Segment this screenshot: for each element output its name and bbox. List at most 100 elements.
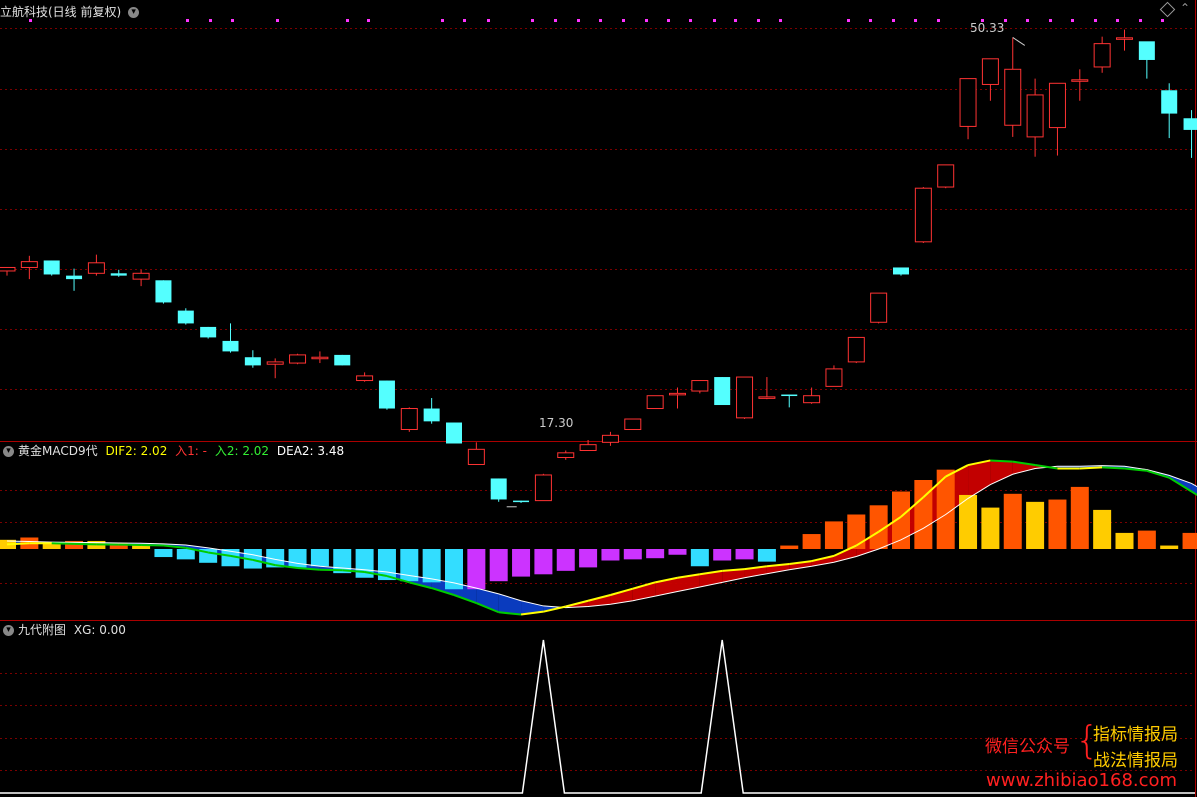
marker-dot <box>1071 19 1074 22</box>
marker-dot <box>1161 19 1164 22</box>
marker-dot <box>757 19 760 22</box>
macd-bar <box>534 549 553 575</box>
candle-body <box>177 310 194 324</box>
marker-dot <box>713 19 716 22</box>
watermark-line1: 指标情报局 <box>1093 725 1178 745</box>
candle-body <box>646 395 664 410</box>
macd-name[interactable]: 黄金MACD9代 <box>18 444 98 458</box>
candle-body <box>534 474 552 502</box>
candle-body <box>825 368 843 387</box>
ru1-value: 入1: - <box>175 444 207 458</box>
candle-body <box>266 361 284 365</box>
marker-dot <box>734 19 737 22</box>
marker-dot <box>531 19 534 22</box>
candle-body <box>0 266 16 272</box>
macd-bar <box>489 549 508 582</box>
dif-line <box>1079 466 1103 470</box>
marker-dot <box>209 19 212 22</box>
macd-bar <box>981 507 1000 549</box>
sub-panel-name[interactable]: 九代附图 <box>18 623 66 637</box>
marker-dot <box>276 19 279 22</box>
candle-body <box>200 326 217 338</box>
chevron-down-icon[interactable]: ▾ <box>3 625 14 636</box>
chevron-up-icon[interactable]: ⌃ <box>1180 1 1190 15</box>
chevron-down-icon[interactable]: ▾ <box>128 7 140 18</box>
candle-body <box>400 408 418 431</box>
marker-dot <box>1026 19 1029 22</box>
candle-body <box>132 272 150 280</box>
watermark-wechat: 微信公众号 <box>985 737 1070 757</box>
candle-body <box>1138 41 1155 60</box>
candle-body <box>423 408 440 422</box>
candle-body <box>624 418 642 431</box>
marker-dot <box>1049 19 1052 22</box>
macd-bar <box>847 514 866 549</box>
candle-body <box>222 340 239 352</box>
high-price-label: 50.33 <box>970 21 1004 35</box>
macd-bar <box>1048 499 1067 549</box>
candle-body <box>1026 94 1044 138</box>
candle-body <box>669 392 686 396</box>
macd-bar <box>1137 530 1156 549</box>
marker-dot <box>577 19 580 22</box>
high-arrow <box>1012 37 1026 46</box>
macd-bar <box>556 549 575 571</box>
macd-panel-header: ▾ 黄金MACD9代 DIF2: 2.02 入1: - 入2: 2.02 DEA2… <box>0 442 348 460</box>
macd-bar <box>1115 532 1134 549</box>
macd-bar <box>579 549 598 568</box>
candle-body <box>803 395 821 404</box>
candle-body <box>981 58 999 85</box>
sub-panel-header: ▾ 九代附图 XG: 0.00 <box>0 621 130 639</box>
candle-body <box>1183 118 1197 130</box>
marker-dot <box>441 19 444 22</box>
candle-body <box>1004 68 1022 126</box>
dif-line <box>1191 490 1197 497</box>
candle-body <box>110 273 127 276</box>
dif-line <box>6 542 30 546</box>
macd-bar <box>154 549 173 558</box>
macd-bar <box>646 549 665 559</box>
candle-body <box>446 422 462 444</box>
candle-body <box>714 377 731 406</box>
macd-bar <box>176 549 195 560</box>
candle-body <box>1048 82 1066 129</box>
marker-dot <box>1116 19 1119 22</box>
marker-dot <box>645 19 648 22</box>
dif-line <box>990 459 1013 463</box>
candle-body <box>155 280 172 303</box>
macd-bar <box>668 549 687 555</box>
marker-dot <box>892 19 895 22</box>
candle-body <box>870 292 888 323</box>
dif-line <box>51 542 75 545</box>
stock-title[interactable]: 立航科技(日线 前复权) <box>0 5 121 19</box>
candle-body <box>1071 79 1089 82</box>
candle-body <box>557 452 575 458</box>
marker-dot <box>1139 19 1142 22</box>
candle-body <box>43 260 60 275</box>
macd-bar <box>824 521 843 549</box>
macd-bar <box>713 549 732 561</box>
dea2-value: DEA2: 3.48 <box>276 444 345 458</box>
macd-bar <box>601 549 620 561</box>
candle-body <box>1116 37 1133 40</box>
macd-bar <box>467 549 486 590</box>
candle-body <box>959 78 977 127</box>
candle-body <box>467 448 485 465</box>
marker-dot <box>231 19 234 22</box>
macd-bar <box>1003 493 1022 549</box>
candle-body <box>490 478 507 500</box>
marker-dot <box>346 19 349 22</box>
marker-dot <box>779 19 782 22</box>
chevron-down-icon[interactable]: ▾ <box>3 446 14 457</box>
candle-body <box>937 164 955 188</box>
candles-layer[interactable] <box>0 29 1197 508</box>
candle-body <box>66 275 83 280</box>
macd-bar <box>310 549 329 567</box>
candle-body <box>691 380 709 392</box>
marker-dot <box>1094 19 1097 22</box>
macd-bar <box>422 549 441 583</box>
dif-line <box>141 543 164 547</box>
candle-body <box>914 187 932 243</box>
macd-bar <box>1093 509 1112 549</box>
marker-dot <box>937 19 940 22</box>
